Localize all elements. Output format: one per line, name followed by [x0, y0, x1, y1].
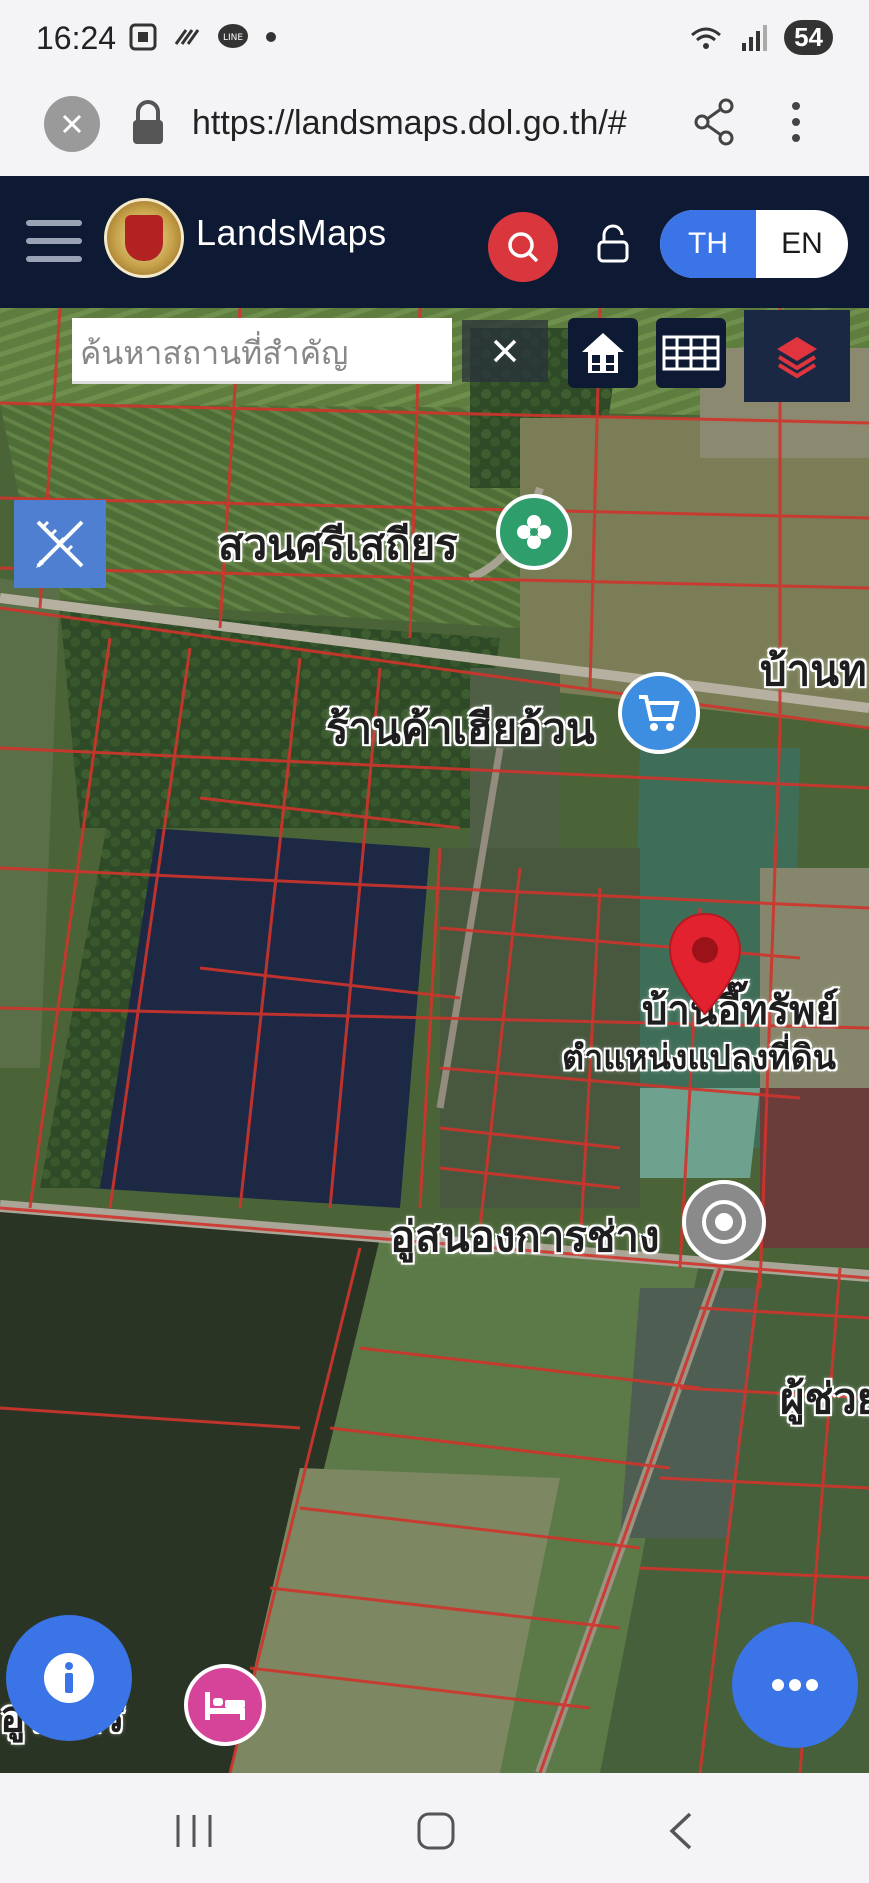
info-icon	[44, 1653, 94, 1703]
login-lock-icon[interactable]	[596, 224, 630, 264]
battery-indicator: 54	[784, 20, 833, 55]
status-bar: 16:24 LINE 54	[0, 0, 869, 80]
info-button[interactable]	[6, 1615, 132, 1741]
more-horiz-icon	[772, 1679, 818, 1691]
svg-text:LINE: LINE	[223, 33, 243, 43]
home-nav-icon[interactable]	[416, 1811, 456, 1851]
screenshot-icon	[129, 23, 157, 51]
url-text[interactable]: https://landsmaps.dol.go.th/#	[192, 104, 662, 143]
close-tab-button[interactable]	[44, 96, 100, 152]
app-title: LandsMaps	[196, 212, 387, 253]
shopping-cart-icon[interactable]	[618, 672, 700, 754]
poi-label-assistant: ผู้ช่วย	[780, 1374, 869, 1423]
map-view[interactable]: สวนศรีเสถียร ร้านค้าเฮียอ้วน บ้านท บ้านอ…	[0, 308, 869, 1773]
poi-label-suan-sri-sathien: สวนศรีเสถียร	[218, 520, 458, 569]
grid-button[interactable]	[656, 318, 726, 388]
signal-icon	[742, 24, 768, 51]
line-app-icon: LINE	[218, 24, 248, 48]
tasks-icon	[174, 29, 200, 45]
lang-en-button[interactable]: EN	[756, 210, 848, 278]
wifi-icon	[691, 27, 722, 49]
layers-button[interactable]	[744, 310, 850, 402]
clear-search-button[interactable]	[462, 320, 548, 382]
hamburger-menu-icon[interactable]	[26, 218, 82, 264]
garage-service-icon[interactable]	[682, 1180, 766, 1264]
draw-measure-button[interactable]	[14, 500, 106, 588]
ruler-pencil-icon	[36, 520, 84, 568]
more-options-button[interactable]	[732, 1622, 858, 1748]
poi-garden-icon[interactable]	[496, 494, 572, 570]
notification-dot-icon	[266, 32, 276, 42]
share-icon[interactable]	[692, 98, 736, 146]
status-time: 16:24	[36, 20, 117, 56]
secure-lock-icon[interactable]	[130, 100, 166, 146]
search-icon	[508, 232, 539, 263]
browser-url-bar: https://landsmaps.dol.go.th/#	[0, 80, 869, 176]
dol-logo	[104, 198, 184, 278]
language-toggle[interactable]: TH EN	[660, 210, 848, 278]
grid-icon	[662, 335, 720, 371]
layers-icon	[777, 337, 817, 379]
search-button[interactable]	[488, 212, 558, 282]
close-icon	[493, 339, 517, 363]
close-icon	[62, 114, 82, 134]
place-search-input[interactable]: ค้นหาสถานที่สำคัญ	[72, 318, 452, 384]
poi-label-garage: อู่สนองการช่าง	[390, 1212, 660, 1261]
parcel-location-label: ตำแหน่งแปลงที่ดิน	[562, 1038, 837, 1078]
hotel-bed-icon[interactable]	[184, 1664, 266, 1746]
location-pin-icon[interactable]	[664, 910, 746, 1020]
status-icons-right: 54	[688, 20, 833, 55]
lang-th-button[interactable]: TH	[660, 210, 756, 278]
poi-label-baan-right: บ้านท	[760, 646, 867, 695]
more-vert-icon[interactable]	[784, 98, 808, 146]
status-icons-left: LINE	[128, 22, 278, 52]
home-button[interactable]	[568, 318, 638, 388]
home-icon	[582, 333, 624, 373]
app-header: LandsMaps TH EN	[0, 176, 869, 308]
recent-apps-icon[interactable]	[174, 1813, 214, 1849]
back-icon[interactable]	[666, 1811, 696, 1851]
poi-label-hia-uan-shop: ร้านค้าเฮียอ้วน	[326, 704, 595, 753]
system-nav-bar	[0, 1773, 869, 1883]
